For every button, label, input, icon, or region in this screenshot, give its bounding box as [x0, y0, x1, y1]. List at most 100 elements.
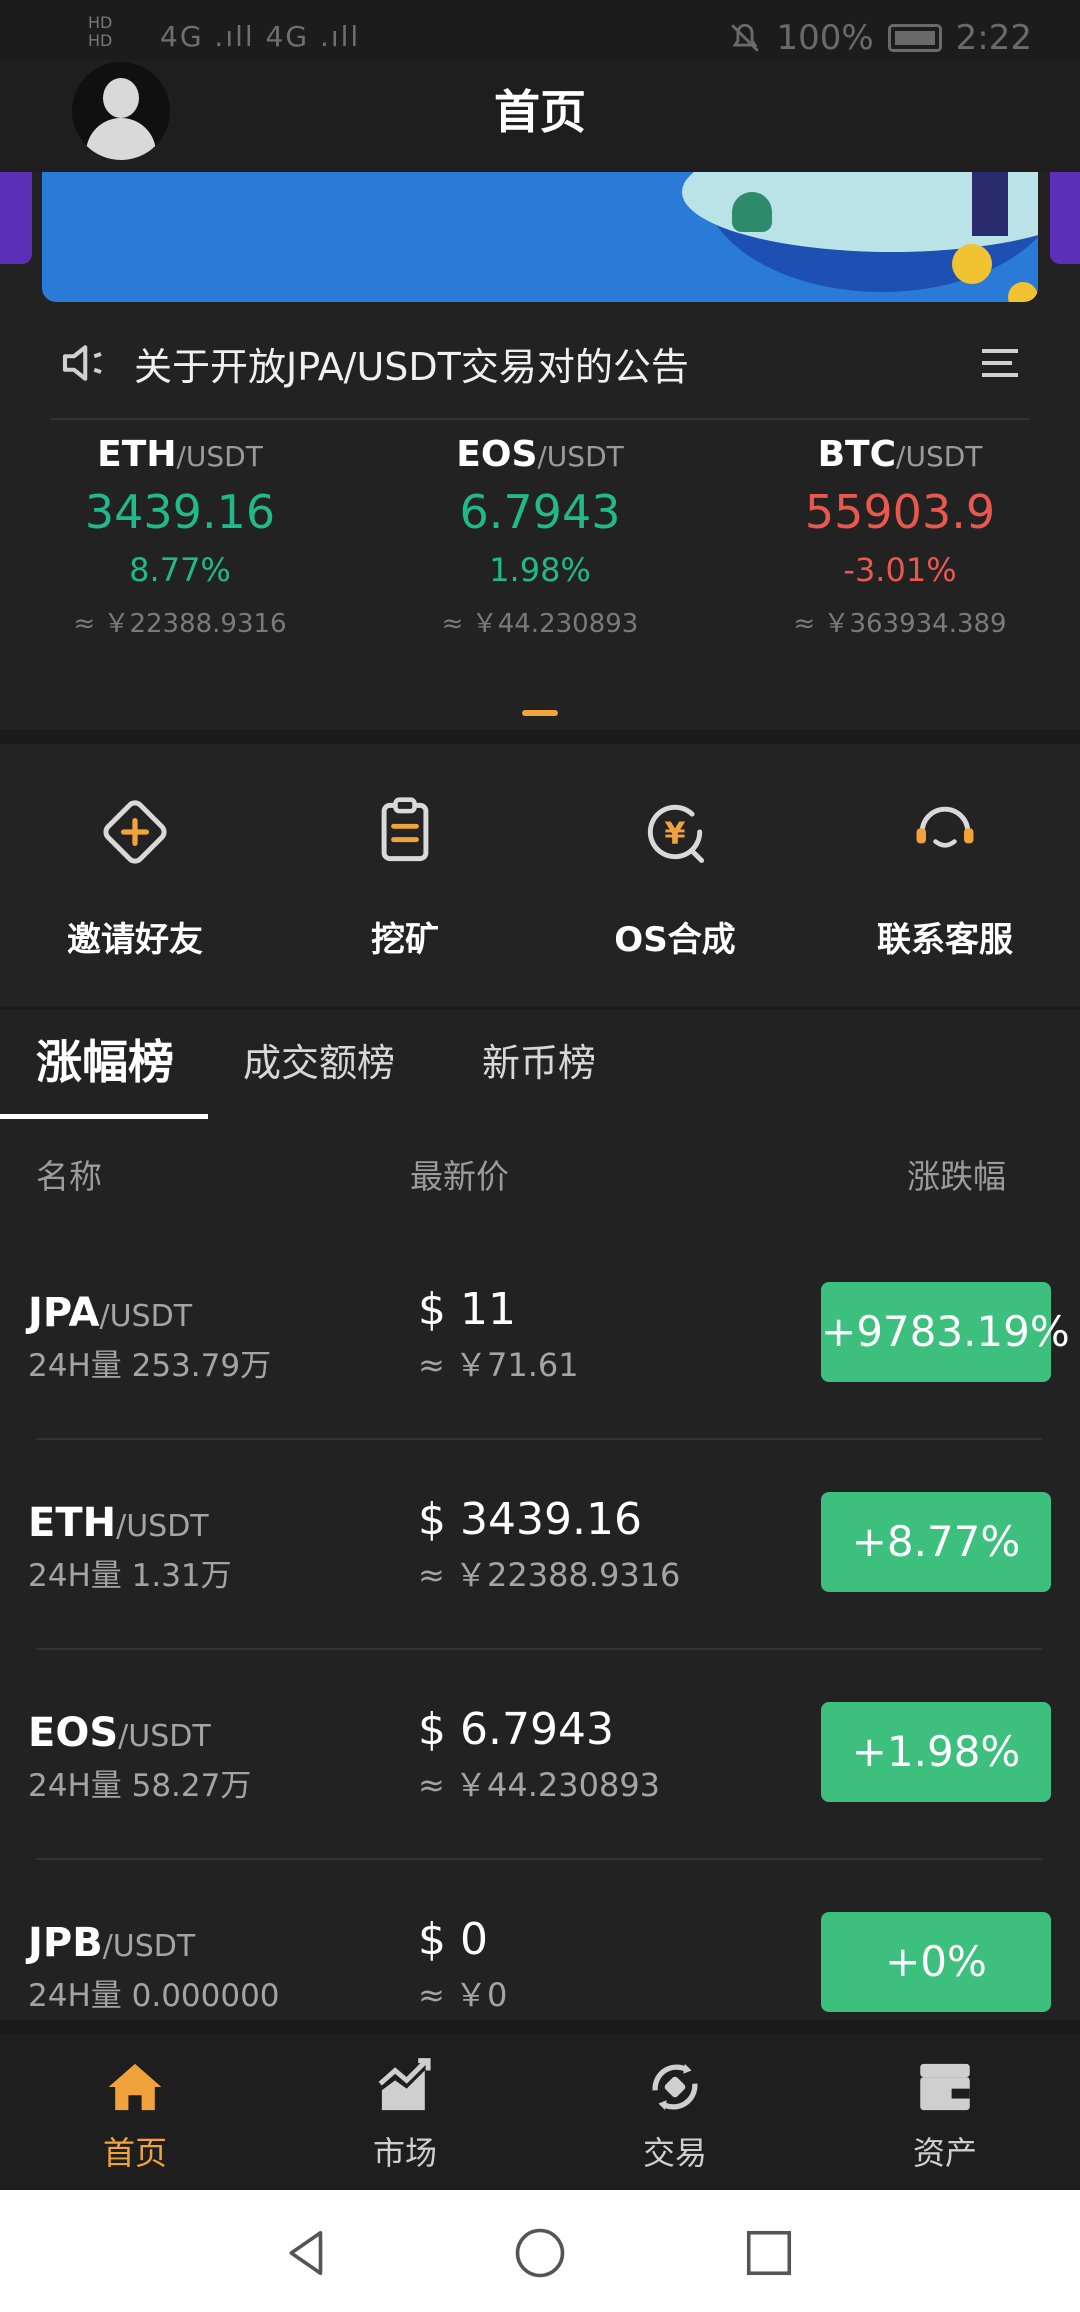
ticker-change: 8.77%: [129, 551, 231, 589]
row-quote: /USDT: [99, 1299, 193, 1334]
back-icon[interactable]: [280, 2226, 334, 2280]
mining-icon: [381, 797, 429, 862]
ticker-btc[interactable]: BTC/USDT 55903.9 -3.01% ≈ ￥363934.389: [720, 430, 1080, 660]
ticker-eos[interactable]: EOS/USDT 6.7943 1.98% ≈ ￥44.230893: [360, 430, 720, 660]
row-base: ETH: [28, 1500, 117, 1546]
ticker-quote: /USDT: [176, 440, 263, 473]
tab-gainers[interactable]: 涨幅榜: [36, 1026, 174, 1092]
battery-icon: [887, 24, 942, 52]
row-volume: 24H量 0.000000: [28, 1978, 280, 2014]
home-icon: [108, 2063, 162, 2111]
row-price-usd: $ 0: [418, 1914, 488, 1965]
speaker-icon: [62, 345, 102, 381]
list-icon[interactable]: [976, 339, 1024, 387]
row-base: EOS: [28, 1710, 119, 1756]
support-icon: [916, 806, 974, 848]
ticker-change: 1.98%: [489, 551, 591, 589]
nav-label: 交易: [642, 2134, 707, 2172]
nav-trade[interactable]: 交易: [540, 2034, 810, 2190]
mute-icon: [731, 23, 760, 52]
ticker-eth[interactable]: ETH/USDT 3439.16 8.77% ≈ ￥22388.9316: [0, 430, 360, 660]
os-synthesis-button[interactable]: ¥ OS合成: [540, 744, 810, 1006]
banner-carousel[interactable]: [0, 172, 1080, 304]
change-badge: +8.77%: [821, 1492, 1051, 1592]
column-change: 涨跌幅: [907, 1157, 1006, 1196]
ticker-quote: /USDT: [537, 440, 624, 473]
action-label: 联系客服: [877, 920, 1013, 960]
signal-icon: 4G .ıll 4G .ıll: [160, 20, 361, 53]
ticker-base: BTC: [817, 434, 897, 475]
mining-button[interactable]: 挖矿: [270, 744, 540, 1006]
row-price-usd: $ 11: [418, 1284, 516, 1335]
nav-label: 首页: [102, 2134, 167, 2172]
market-icon: [378, 2058, 431, 2111]
nav-home[interactable]: 首页: [0, 2034, 270, 2190]
home-circle-icon[interactable]: [513, 2226, 567, 2280]
banner-next-peek: [1050, 172, 1080, 264]
ticker-base: ETH: [97, 434, 177, 475]
row-volume: 24H量 1.31万: [28, 1558, 232, 1594]
banner-prev-peek: [0, 172, 32, 264]
row-base: JPA: [28, 1290, 100, 1336]
nav-label: 市场: [372, 2134, 437, 2172]
ticker-cny: ≈ ￥44.230893: [441, 609, 639, 639]
action-label: OS合成: [614, 920, 736, 960]
action-label: 挖矿: [371, 920, 439, 960]
page-indicator: [522, 710, 558, 716]
bottom-nav: 首页 市场 交易 资产: [0, 2020, 1080, 2190]
change-badge: +9783.19%: [821, 1282, 1070, 1382]
list-item[interactable]: JPA/USDT 24H量 253.79万 $ 11 ≈ ￥71.61 +978…: [0, 1230, 1080, 1440]
svg-text:¥: ¥: [664, 816, 685, 851]
active-tab-indicator: [0, 1114, 208, 1119]
ranking-tabs: 涨幅榜 成交额榜 新币榜: [0, 1010, 1080, 1122]
row-price-usd: $ 3439.16: [418, 1494, 642, 1545]
page-title: 首页: [494, 85, 586, 139]
recents-icon[interactable]: [742, 2226, 796, 2280]
row-base: JPB: [28, 1920, 103, 1966]
nav-assets[interactable]: 资产: [810, 2034, 1080, 2190]
nav-label: 资产: [912, 2134, 977, 2172]
synthesis-icon: ¥: [647, 804, 705, 863]
row-price-cny: ≈ ￥44.230893: [418, 1766, 661, 1804]
row-price-cny: ≈ ￥0: [418, 1976, 508, 2014]
ticker-change: -3.01%: [843, 551, 957, 589]
list-item[interactable]: EOS/USDT 24H量 58.27万 $ 6.7943 ≈ ￥44.2308…: [0, 1650, 1080, 1860]
column-name: 名称: [36, 1157, 102, 1196]
ticker-price: 55903.9: [804, 485, 996, 539]
list-header: 名称 最新价 涨跌幅: [0, 1150, 1080, 1200]
trade-icon: [652, 2063, 698, 2111]
ticker-price: 6.7943: [459, 485, 621, 539]
change-badge: +1.98%: [821, 1702, 1051, 1802]
tab-new-coins[interactable]: 新币榜: [482, 1032, 596, 1087]
list-item[interactable]: JPB/USDT 24H量 0.000000 $ 0 ≈ ￥0 +0%: [0, 1860, 1080, 2020]
divider: [50, 418, 1030, 420]
row-volume: 24H量 58.27万: [28, 1768, 252, 1804]
announcement-text[interactable]: 关于开放JPA/USDT交易对的公告: [134, 336, 976, 391]
ticker-price: 3439.16: [84, 485, 276, 539]
tab-volume[interactable]: 成交额榜: [243, 1032, 395, 1087]
row-price-cny: ≈ ￥22388.9316: [418, 1556, 681, 1594]
section-divider: [0, 730, 1080, 744]
status-right: 100% 2:22: [728, 18, 1032, 58]
row-price-cny: ≈ ￥71.61: [418, 1346, 579, 1384]
customer-service-button[interactable]: 联系客服: [810, 744, 1080, 1006]
ticker-cny: ≈ ￥363934.389: [793, 609, 1007, 639]
invite-icon: [103, 800, 167, 864]
row-quote: /USDT: [118, 1719, 211, 1754]
announcement-bar[interactable]: 关于开放JPA/USDT交易对的公告: [56, 320, 1024, 406]
action-label: 邀请好友: [67, 920, 203, 960]
quick-actions: 邀请好友 挖矿 ¥ OS合成 联系客服: [0, 744, 1080, 1006]
ticker-quote: /USDT: [896, 440, 983, 473]
ticker-cny: ≈ ￥22388.9316: [73, 609, 287, 639]
list-item[interactable]: ETH/USDT 24H量 1.31万 $ 3439.16 ≈ ￥22388.9…: [0, 1440, 1080, 1650]
row-quote: /USDT: [102, 1929, 196, 1964]
nav-market[interactable]: 市场: [270, 2034, 540, 2190]
clock: 2:22: [955, 18, 1032, 58]
row-quote: /USDT: [116, 1509, 209, 1544]
row-price-usd: $ 6.7943: [418, 1704, 614, 1755]
banner-image[interactable]: [42, 172, 1038, 302]
invite-friends-button[interactable]: 邀请好友: [0, 744, 270, 1006]
ticker-strip: ETH/USDT 3439.16 8.77% ≈ ￥22388.9316 EOS…: [0, 430, 1080, 660]
ticker-base: EOS: [456, 434, 538, 475]
hd-indicator: HD HD: [88, 13, 113, 50]
